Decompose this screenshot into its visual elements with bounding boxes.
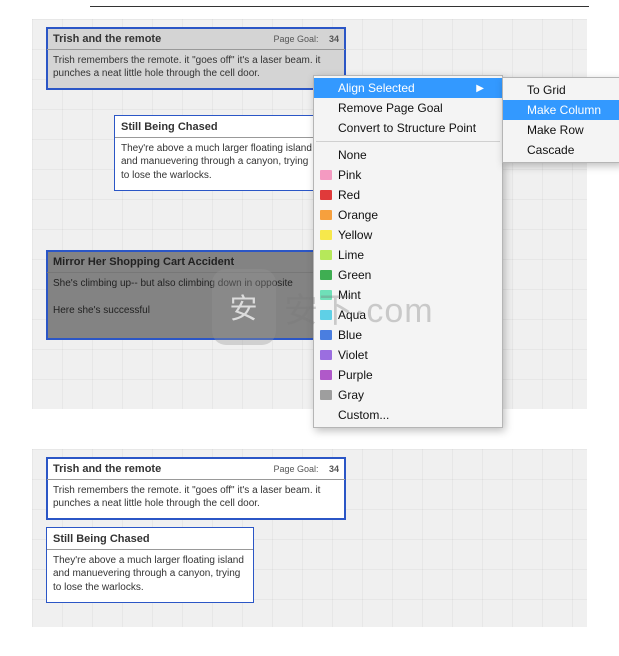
menu-color-green[interactable]: Green — [314, 265, 502, 285]
card-title: Trish and the remote — [53, 462, 161, 477]
menu-color-label: Mint — [338, 288, 361, 302]
menu-color-lime[interactable]: Lime — [314, 245, 502, 265]
menu-color-label: Orange — [338, 208, 378, 222]
color-swatch-icon — [320, 170, 332, 180]
menu-color-aqua[interactable]: Aqua — [314, 305, 502, 325]
menu-color-label: Lime — [338, 248, 364, 262]
context-menu[interactable]: Align Selected ▶ To Grid Make Column Mak… — [313, 75, 503, 428]
menu-color-label: Red — [338, 188, 360, 202]
menu-color-purple[interactable]: Purple — [314, 365, 502, 385]
menu-color-label: Purple — [338, 368, 373, 382]
menu-align-selected[interactable]: Align Selected ▶ To Grid Make Column Mak… — [314, 78, 502, 98]
card-title: Mirror Her Shopping Cart Accident — [53, 255, 234, 270]
color-swatch-icon — [320, 190, 332, 200]
color-swatch-icon — [320, 330, 332, 340]
card-body: They're above a much larger floating isl… — [47, 550, 253, 603]
color-swatch-icon — [320, 310, 332, 320]
color-swatch-icon — [320, 350, 332, 360]
card-meta: Page Goal: 34 — [273, 33, 339, 45]
card-title: Still Being Chased — [121, 120, 218, 135]
chevron-right-icon: ▶ — [476, 83, 484, 94]
menu-color-label: Blue — [338, 328, 362, 342]
menu-color-label: Green — [338, 268, 371, 282]
color-swatch-icon — [320, 230, 332, 240]
card-body: They're above a much larger floating isl… — [115, 138, 321, 191]
canvas-bottom[interactable]: Trish and the remote Page Goal: 34 Trish… — [32, 449, 587, 627]
menu-color-blue[interactable]: Blue — [314, 325, 502, 345]
page-divider — [90, 6, 589, 7]
menu-color-custom[interactable]: Custom... — [314, 405, 502, 425]
menu-color-yellow[interactable]: Yellow — [314, 225, 502, 245]
menu-color-none[interactable]: None — [314, 145, 502, 165]
card-meta: Page Goal: 34 — [273, 463, 339, 475]
submenu-make-column[interactable]: Make Column — [503, 100, 619, 120]
menu-color-label: Yellow — [338, 228, 372, 242]
menu-color-gray[interactable]: Gray — [314, 385, 502, 405]
card-body: Trish remembers the remote. it "goes off… — [47, 480, 345, 519]
menu-color-orange[interactable]: Orange — [314, 205, 502, 225]
card-still-chased-after[interactable]: Still Being Chased They're above a much … — [46, 527, 254, 603]
menu-color-red[interactable]: Red — [314, 185, 502, 205]
color-swatch-icon — [320, 370, 332, 380]
menu-color-pink[interactable]: Pink — [314, 165, 502, 185]
color-swatch-icon — [320, 290, 332, 300]
menu-color-mint[interactable]: Mint — [314, 285, 502, 305]
color-swatch-icon — [320, 250, 332, 260]
menu-convert-structure[interactable]: Convert to Structure Point — [314, 118, 502, 138]
submenu-align[interactable]: To Grid Make Column Make Row Cascade — [502, 77, 619, 163]
menu-remove-page-goal[interactable]: Remove Page Goal — [314, 98, 502, 118]
card-title: Still Being Chased — [53, 532, 150, 547]
card-trish-remote-after[interactable]: Trish and the remote Page Goal: 34 Trish… — [46, 457, 346, 520]
menu-color-label: Gray — [338, 388, 364, 402]
card-body: She's climbing up-- but also climbing do… — [47, 273, 345, 326]
card-trish-remote[interactable]: Trish and the remote Page Goal: 34 Trish… — [46, 27, 346, 90]
submenu-make-row[interactable]: Make Row — [503, 120, 619, 140]
menu-separator — [316, 141, 500, 142]
menu-color-violet[interactable]: Violet — [314, 345, 502, 365]
submenu-to-grid[interactable]: To Grid — [503, 80, 619, 100]
color-swatch-icon — [320, 210, 332, 220]
canvas-top[interactable]: Trish and the remote Page Goal: 34 Trish… — [32, 19, 587, 409]
card-mirror-accident[interactable]: Mirror Her Shopping Cart Accident She's … — [46, 250, 346, 340]
menu-color-label: Violet — [338, 348, 368, 362]
color-swatch-icon — [320, 270, 332, 280]
menu-color-label: Pink — [338, 168, 361, 182]
card-title: Trish and the remote — [53, 32, 161, 47]
menu-color-label: Aqua — [338, 308, 366, 322]
card-still-chased[interactable]: Still Being Chased They're above a much … — [114, 115, 322, 191]
color-swatch-icon — [320, 390, 332, 400]
submenu-cascade[interactable]: Cascade — [503, 140, 619, 160]
card-body: Trish remembers the remote. it "goes off… — [47, 50, 345, 89]
